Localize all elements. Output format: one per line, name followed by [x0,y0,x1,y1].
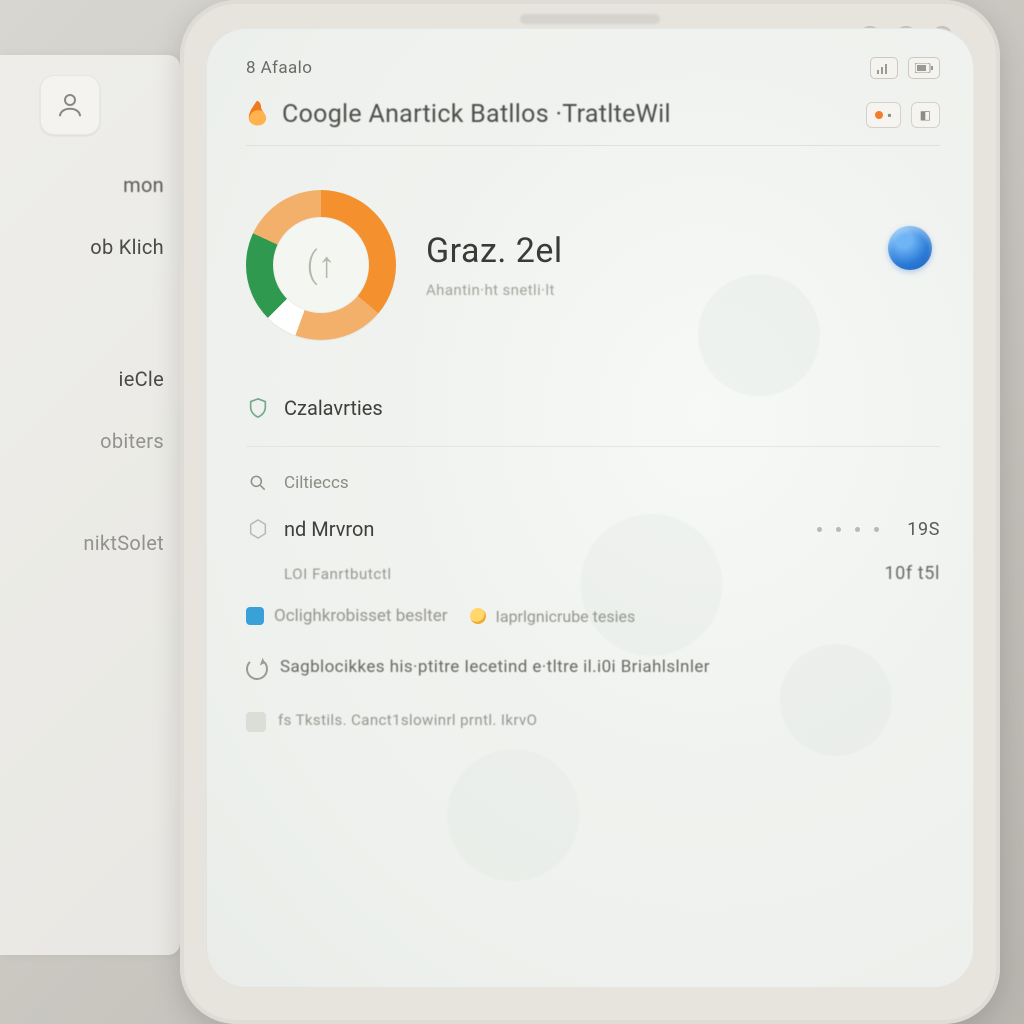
info-chip-icon [246,712,266,732]
title-bar: Coogle Anartick Batllos ·TratlteWil ▪ ◧ [246,100,940,129]
page-title: Coogle Anartick Batllos ·TratlteWil [282,100,671,129]
app-chip-icon [246,607,264,625]
row-divider [246,446,940,447]
sidebar-item-2[interactable]: ieCle [0,367,170,391]
progress-ring[interactable]: (↑ [246,190,396,340]
list-value: 10f t5l [884,563,940,584]
side-account-icon[interactable] [40,75,100,135]
status-dot-icon[interactable] [888,226,932,270]
dot-indicators [817,527,879,532]
list-label: Czalavrties [284,396,383,420]
sidebar-item-4[interactable]: niktSolet [0,531,170,555]
sidebar-item-1[interactable]: ob Klich [0,235,170,259]
list-row-chiprow[interactable]: Oclighkrobisset beslter Iaprlgnicrube te… [246,606,940,626]
status-time: 8 Afaalo [246,58,312,78]
status-chip-signal [870,57,898,79]
list-label: Ciltieccs [284,473,349,493]
ring-center-value: (↑ [273,217,369,313]
list-row-citecs[interactable]: Ciltieccs [246,471,940,495]
flame-icon [246,101,268,129]
list-label: LOI Fanrtbutctl [284,565,392,583]
hex-icon [246,517,270,541]
screen: 8 Afaalo Coogle Anartick Batllos ·Tratlt… [206,28,974,988]
device-frame: 8 Afaalo Coogle Anartick Batllos ·Tratlt… [180,0,1000,1024]
list-row-loif: LOI Fanrtbutctl 10f t5l [246,563,940,584]
status-chip-battery [908,57,940,79]
side-panel: mon ob Klich ieCle obiters niktSolet [0,55,180,955]
paragraph-2: fs Tkstils. Canct1slowinrl prntl. IkrvO [246,710,940,732]
shield-icon [246,396,270,420]
list-section: Czalavrties Ciltieccs nd Mrvron 19S [246,396,940,626]
paragraph-1-text: Sagblocikkes his·ptitre Iecetind e·tltre… [280,656,710,680]
list-row-activities[interactable]: Czalavrties [246,396,940,420]
hero-subtitle: Ahantin·ht snetli·lt [426,281,563,299]
search-icon [246,471,270,495]
status-bar: 8 Afaalo [246,54,940,82]
title-divider [246,145,940,146]
list-extra-label: Iaprlgnicrube tesies [496,607,636,626]
hero-row: (↑ Graz. 2el Ahantin·ht snetli·lt [246,190,940,340]
sun-icon [470,608,486,624]
sidebar-item-0[interactable]: mon [0,173,170,197]
paragraph-2-text: fs Tkstils. Canct1slowinrl prntl. IkrvO [278,710,537,731]
refresh-icon [246,658,268,680]
list-row-mrvron[interactable]: nd Mrvron 19S [246,517,940,541]
sidebar-item-3[interactable]: obiters [0,429,170,453]
title-pill-1[interactable]: ▪ [866,102,900,128]
list-label: Oclighkrobisset beslter [274,606,448,626]
list-value: 19S [907,519,940,540]
hero-name: Graz. 2el [426,231,563,271]
title-pill-2[interactable]: ◧ [911,102,940,128]
paragraph-1[interactable]: Sagblocikkes his·ptitre Iecetind e·tltre… [246,656,940,680]
list-label: nd Mrvron [284,517,374,541]
